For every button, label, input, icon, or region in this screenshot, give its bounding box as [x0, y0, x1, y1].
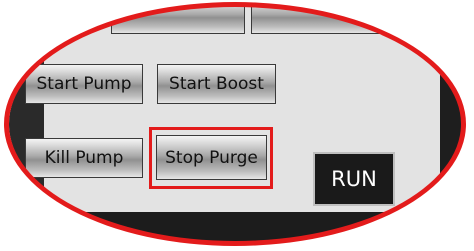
zoomed-control-panel: Start Pump Start Boost Kill Pump Stop Pu…: [0, 0, 474, 251]
highlight-ellipse: [4, 2, 466, 246]
